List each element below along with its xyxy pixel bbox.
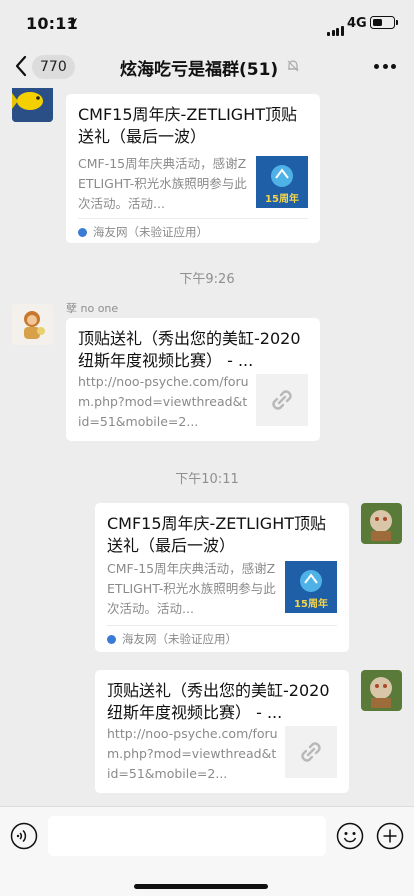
card-title: CMF15周年庆-ZETLIGHT顶贴送礼（最后一波） <box>78 105 297 146</box>
card-divider <box>107 625 337 626</box>
link-card[interactable]: 顶贴送礼（秀出您的美缸-2020纽斯年度视频比赛） - ... http://n… <box>95 670 349 793</box>
card-source-text: 海友网（未验证应用） <box>93 225 208 239</box>
card-divider <box>78 218 308 219</box>
voice-icon[interactable] <box>10 822 38 850</box>
message-input[interactable] <box>48 816 326 856</box>
card-source: 海友网（未验证应用） <box>107 631 237 647</box>
card-thumbnail: 15周年 <box>256 156 308 208</box>
chat-title: 炫海吃亏是福群(51) <box>120 60 279 80</box>
plus-icon[interactable] <box>376 822 404 850</box>
timestamp-separator: 下午10:11 <box>175 472 239 487</box>
nav-bar: 770 炫海吃亏是福群(51) <box>0 44 414 88</box>
home-indicator <box>134 884 268 889</box>
card-description: CMF-15周年庆典活动，感谢ZETLIGHT-积光水族照明参与此次活动。活动.… <box>78 156 247 211</box>
link-card[interactable]: 顶贴送礼（秀出您的美缸-2020纽斯年度视频比赛） - ... http://n… <box>66 318 320 441</box>
card-title: CMF15周年庆-ZETLIGHT顶贴送礼（最后一波） <box>107 514 326 555</box>
card-description: http://noo-psyche.com/forum.php?mod=view… <box>78 374 249 429</box>
chevron-left-icon[interactable] <box>14 55 28 77</box>
sender-name: 孽 no one <box>66 302 119 315</box>
thumbnail-label: 15周年 <box>265 194 299 205</box>
timestamp-separator: 下午9:26 <box>179 272 235 287</box>
input-bar <box>0 806 414 896</box>
unread-count-badge[interactable]: 770 <box>32 55 75 79</box>
more-dots-icon[interactable] <box>374 64 396 70</box>
avatar[interactable] <box>361 503 402 544</box>
card-description: CMF-15周年庆典活动，感谢ZETLIGHT-积光水族照明参与此次活动。活动.… <box>107 561 276 616</box>
mute-bell-icon <box>287 60 299 72</box>
card-description: http://noo-psyche.com/forum.php?mod=view… <box>107 726 278 781</box>
card-title: 顶贴送礼（秀出您的美缸-2020纽斯年度视频比赛） - ... <box>78 329 301 370</box>
card-source-text: 海友网（未验证应用） <box>122 632 237 646</box>
link-icon <box>256 374 308 426</box>
card-thumbnail: 15周年 <box>285 561 337 613</box>
link-card[interactable]: CMF15周年庆-ZETLIGHT顶贴送礼（最后一波） CMF-15周年庆典活动… <box>95 503 349 652</box>
location-arrow-icon <box>67 18 77 28</box>
app-source-icon <box>107 635 116 644</box>
app-source-icon <box>78 228 87 237</box>
chat-area[interactable]: CMF15周年庆-ZETLIGHT顶贴送礼（最后一波） CMF-15周年庆典活动… <box>0 88 414 806</box>
avatar[interactable] <box>361 670 402 711</box>
card-title: 顶贴送礼（秀出您的美缸-2020纽斯年度视频比赛） - ... <box>107 681 330 722</box>
link-card[interactable]: CMF15周年庆-ZETLIGHT顶贴送礼（最后一波） CMF-15周年庆典活动… <box>66 94 320 243</box>
card-source: 海友网（未验证应用） <box>78 224 208 240</box>
avatar[interactable] <box>12 88 53 122</box>
network-label: 4G <box>347 16 367 31</box>
signal-icon <box>327 17 345 36</box>
battery-icon <box>370 16 398 29</box>
status-bar: 10:11 4G <box>0 0 414 44</box>
emoji-icon[interactable] <box>336 822 364 850</box>
link-icon <box>285 726 337 778</box>
avatar[interactable] <box>12 304 53 345</box>
thumbnail-label: 15周年 <box>294 599 328 610</box>
